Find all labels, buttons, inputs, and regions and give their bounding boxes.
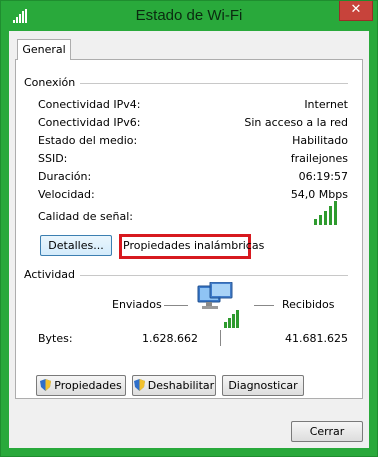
tab-general[interactable]: General: [17, 39, 71, 60]
uac-shield-icon: [133, 379, 145, 391]
speed-value: 54,0 Mbps: [290, 188, 348, 201]
disable-button-label: Deshabilitar: [147, 379, 215, 392]
wifi-status-window: Estado de Wi-Fi ✕ General Conexión Conec…: [0, 0, 378, 457]
bytes-received-value: 41.681.625: [285, 332, 348, 345]
media-state-value: Habilitado: [292, 134, 348, 147]
details-button[interactable]: Detalles...: [40, 235, 112, 256]
signal-quality-icon: [314, 201, 337, 225]
connection-group-title: Conexión: [24, 76, 76, 89]
bytes-divider: [220, 330, 221, 346]
duration-value: 06:19:57: [298, 170, 348, 183]
ssid-label: SSID:: [38, 152, 68, 165]
bytes-sent-value: 1.628.662: [142, 332, 198, 345]
ipv6-value: Sin acceso a la red: [244, 116, 348, 129]
speed-label: Velocidad:: [38, 188, 95, 201]
properties-button[interactable]: Propiedades: [36, 375, 126, 396]
uac-shield-icon: [40, 379, 52, 391]
sent-label: Enviados: [112, 298, 162, 311]
ipv4-label: Conectividad IPv4:: [38, 98, 141, 111]
close-button[interactable]: Cerrar: [291, 421, 363, 442]
diagnose-button[interactable]: Diagnosticar: [222, 375, 304, 396]
ssid-value: frailejones: [290, 152, 348, 165]
sent-line: [164, 305, 188, 306]
bytes-label: Bytes:: [38, 332, 73, 345]
general-tab-panel: Conexión Conectividad IPv4: Internet Con…: [15, 59, 363, 399]
ipv6-label: Conectividad IPv6:: [38, 116, 141, 129]
received-line: [254, 305, 274, 306]
dialog-client-area: General Conexión Conectividad IPv4: Inte…: [9, 31, 369, 448]
close-icon: ✕: [350, 2, 362, 17]
wireless-properties-button[interactable]: Propiedades inalámbricas: [123, 236, 264, 257]
activity-group-divider: [80, 275, 348, 276]
disable-button[interactable]: Deshabilitar: [132, 375, 216, 396]
signal-quality-label: Calidad de señal:: [38, 210, 133, 223]
received-label: Recibidos: [282, 298, 335, 311]
properties-button-label: Propiedades: [54, 379, 122, 392]
ipv4-value: Internet: [304, 98, 348, 111]
window-close-button[interactable]: ✕: [339, 1, 373, 21]
title-bar[interactable]: Estado de Wi-Fi ✕: [1, 1, 377, 31]
activity-group-title: Actividad: [24, 268, 76, 281]
duration-label: Duración:: [38, 170, 92, 183]
connection-group-divider: [80, 83, 348, 84]
network-computers-icon: [197, 282, 239, 328]
window-title: Estado de Wi-Fi: [135, 7, 243, 24]
media-state-label: Estado del medio:: [38, 134, 138, 147]
